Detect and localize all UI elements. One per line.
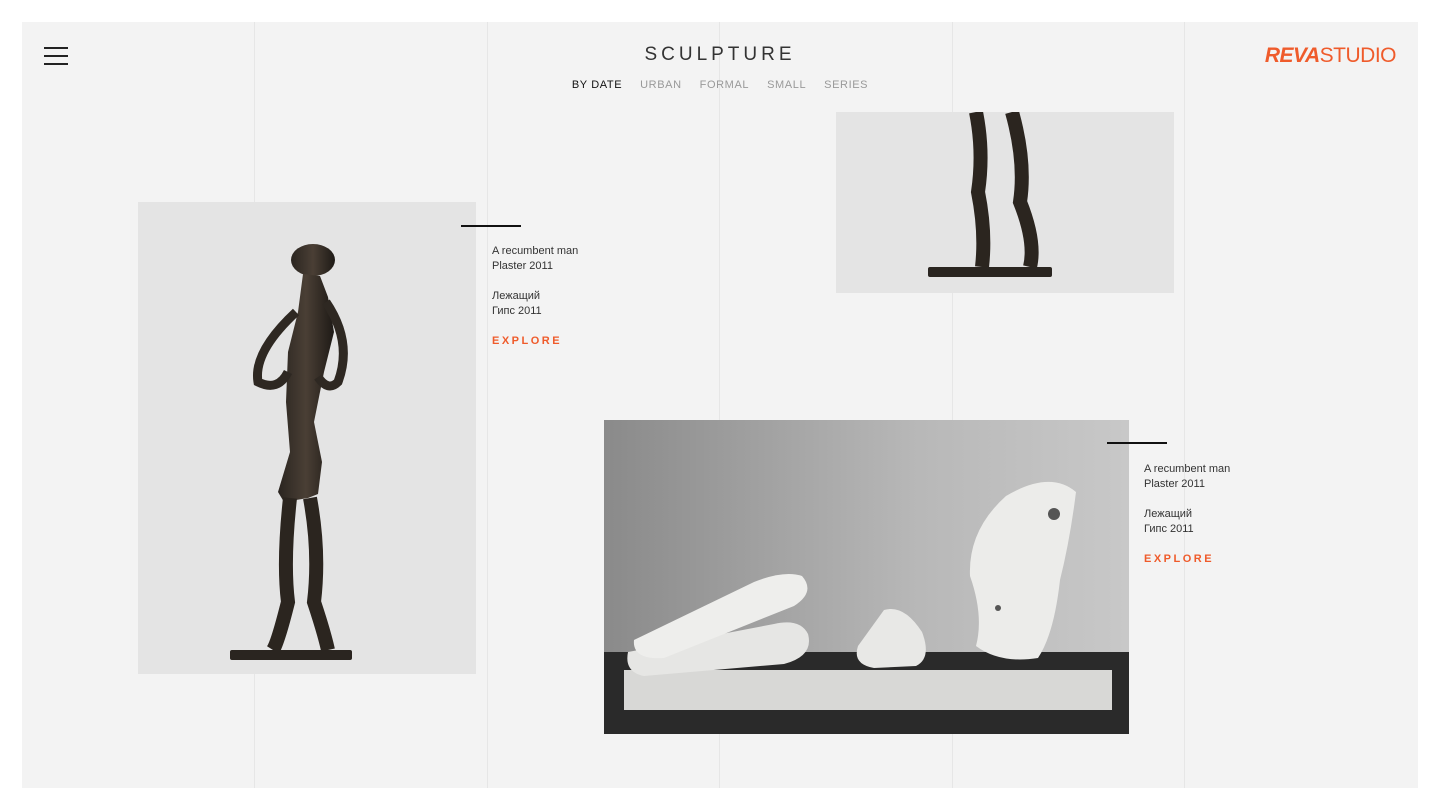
grid-line: [487, 22, 488, 788]
work-material-ru: Гипс 2011: [1144, 523, 1194, 535]
work-caption: A recumbent man Plaster 2011 Лежащий Гип…: [1144, 462, 1304, 567]
page-frame: SCULPTURE BY DATE URBAN FORMAL SMALL SER…: [22, 22, 1418, 788]
brand-logo-part2: STUDIO: [1319, 44, 1397, 67]
brand-logo[interactable]: REVASTUDIO: [1264, 44, 1397, 68]
nav-item-formal[interactable]: FORMAL: [700, 79, 749, 91]
work-material-ru: Гипс 2011: [492, 305, 542, 317]
figure-legs-illustration: [928, 112, 1052, 277]
explore-link[interactable]: EXPLORE: [492, 335, 562, 347]
sculpture-photo-figure-legs[interactable]: [836, 112, 1174, 293]
work-caption: A recumbent man Plaster 2011 Лежащий Гип…: [492, 244, 652, 349]
caption-divider: [461, 225, 521, 227]
work-title-en: A recumbent man: [492, 245, 579, 257]
sculpture-photo-recumbent-man[interactable]: [604, 420, 1129, 734]
nav-item-urban[interactable]: URBAN: [640, 79, 682, 91]
nav-item-by-date[interactable]: BY DATE: [572, 79, 622, 91]
nav-item-series[interactable]: SERIES: [824, 79, 868, 91]
nav-item-small[interactable]: SMALL: [767, 79, 806, 91]
bronze-figure-illustration: [230, 244, 352, 660]
work-material-en: Plaster 2011: [492, 260, 553, 272]
page-title: SCULPTURE: [644, 44, 796, 65]
category-nav: BY DATE URBAN FORMAL SMALL SERIES: [22, 79, 1418, 91]
work-material-en: Plaster 2011: [1144, 478, 1205, 490]
grid-line: [1184, 22, 1185, 788]
brand-logo-part1: REVA: [1264, 44, 1320, 67]
explore-link[interactable]: EXPLORE: [1144, 553, 1214, 565]
sculpture-photo-bronze-figure[interactable]: [138, 202, 476, 674]
recumbent-man-illustration: [604, 420, 1129, 734]
caption-divider: [1107, 442, 1167, 444]
work-title-ru: Лежащий: [1144, 508, 1193, 520]
work-title-en: A recumbent man: [1144, 463, 1231, 475]
work-title-ru: Лежащий: [492, 290, 541, 302]
